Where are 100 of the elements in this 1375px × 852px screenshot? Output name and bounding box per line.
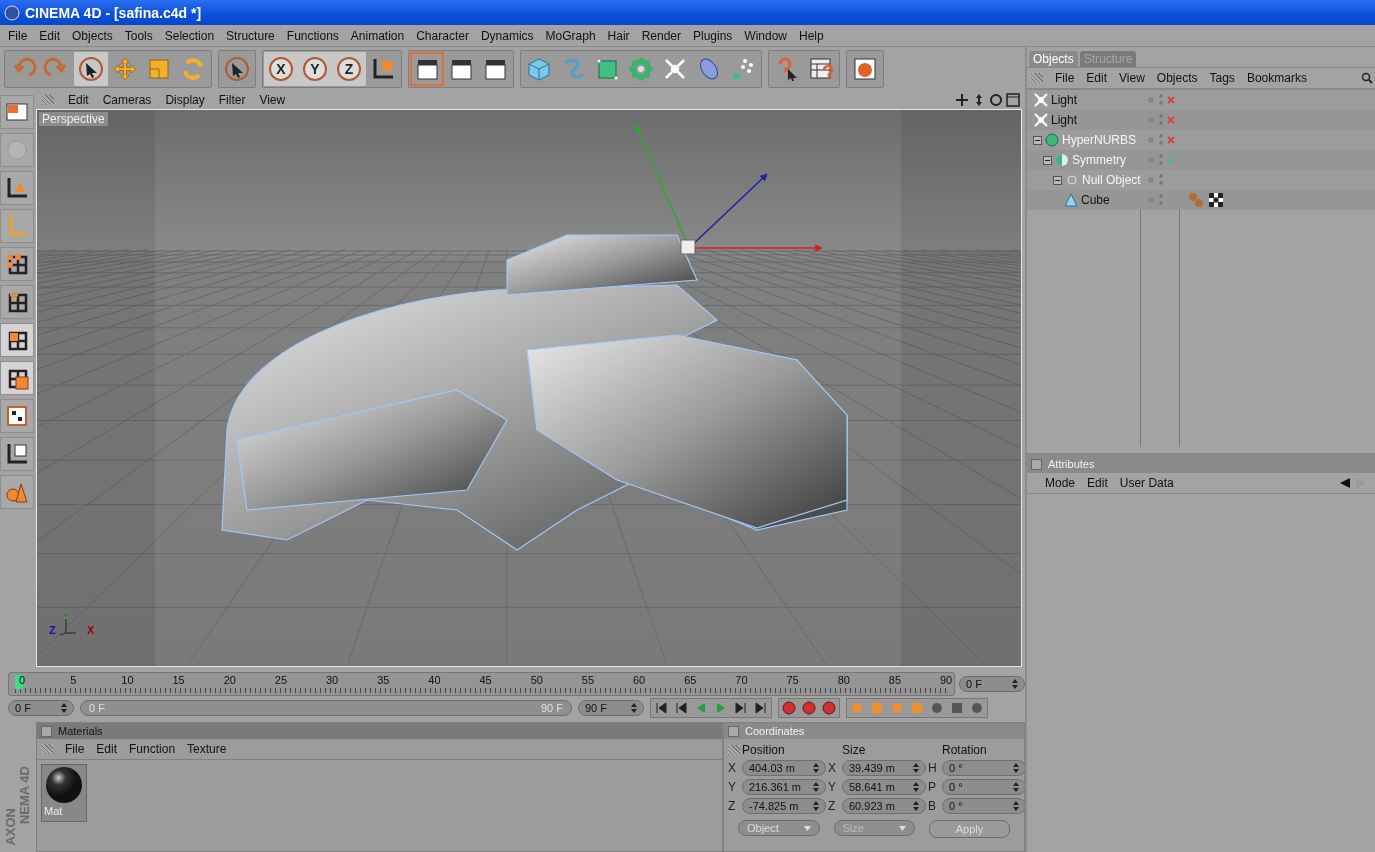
menu-item[interactable]: Bookmarks — [1240, 71, 1313, 85]
search-icon[interactable] — [1361, 72, 1373, 84]
end-frame-field[interactable]: 90 F — [578, 700, 644, 716]
object-name[interactable]: Light — [1051, 113, 1078, 127]
menu-item[interactable]: Edit — [1081, 476, 1114, 490]
axis-label: X — [828, 761, 837, 775]
rotation-field[interactable]: 0 ° — [942, 760, 1026, 776]
menu-item[interactable]: Display — [159, 93, 211, 107]
position-field[interactable]: -74.825 m — [742, 798, 826, 814]
play-icon — [715, 702, 727, 714]
menu-item[interactable]: User Data — [1113, 476, 1180, 490]
menu-item[interactable]: Tags — [1203, 71, 1241, 85]
spinner-arrows-icon[interactable] — [631, 703, 637, 713]
mode-button[interactable] — [0, 285, 34, 319]
current-frame-field[interactable]: 0 F — [959, 676, 1025, 692]
mode-button[interactable] — [0, 437, 34, 471]
menu-item[interactable]: File — [2, 28, 34, 43]
rotation-field[interactable]: 0 ° — [942, 798, 1026, 814]
axis-icon — [59, 614, 77, 636]
menu-item[interactable]: View — [253, 93, 292, 107]
menu-item[interactable]: Dynamics — [474, 28, 540, 43]
position-field[interactable]: 216.361 m — [742, 779, 826, 795]
menu-item[interactable]: Edit — [90, 742, 124, 756]
mode-button[interactable] — [0, 361, 34, 395]
menu-item[interactable]: Functions — [280, 28, 345, 43]
rotation-field[interactable]: 0 ° — [942, 779, 1026, 795]
caret-icon — [803, 825, 811, 831]
panel-checkbox[interactable] — [41, 725, 52, 737]
panel-checkbox[interactable] — [728, 725, 739, 737]
object-row[interactable]: Cube — [1027, 190, 1375, 210]
size-field[interactable]: 39.439 m — [842, 760, 926, 776]
menu-item[interactable]: Objects — [1150, 71, 1204, 85]
spinner-arrows-icon[interactable] — [913, 801, 919, 811]
playhead-marker[interactable] — [15, 675, 23, 689]
collapse-box-icon[interactable] — [1053, 175, 1062, 185]
menu-item[interactable]: Edit — [33, 28, 67, 43]
check-icon[interactable] — [1167, 156, 1175, 164]
skip-start-icon — [655, 702, 667, 714]
menu-item[interactable]: Render — [635, 28, 687, 43]
menu-item[interactable]: Character — [410, 28, 475, 43]
tick-label: 30 — [326, 674, 339, 686]
object-row[interactable]: Light — [1027, 110, 1375, 130]
timeline-ruler[interactable]: 0 5 10 15 20 25 30 35 40 45 50 55 60 65 70 75 80 85 90 — [8, 672, 955, 696]
menu-item[interactable]: Cameras — [96, 93, 158, 107]
size-field[interactable]: 58.641 m — [842, 779, 926, 795]
object-row[interactable]: Light — [1027, 90, 1375, 110]
menu-item[interactable]: Edit — [1080, 71, 1114, 85]
menu-item[interactable]: Selection — [158, 28, 221, 43]
menu-item[interactable]: Tools — [118, 28, 159, 43]
maximize-icon[interactable] — [1006, 93, 1020, 107]
menu-item[interactable]: Structure — [220, 28, 281, 43]
toolbar-button[interactable] — [74, 52, 108, 86]
menu-item[interactable]: Texture — [181, 742, 233, 756]
mode-button[interactable] — [0, 399, 34, 433]
menu-item[interactable]: Window — [738, 28, 794, 43]
spinner-arrows-icon[interactable] — [1013, 763, 1019, 773]
menu-item[interactable]: MoGraph — [539, 28, 602, 43]
record-button[interactable] — [779, 699, 799, 717]
mode-button[interactable] — [0, 171, 34, 205]
spinner-arrows-icon[interactable] — [1013, 801, 1019, 811]
position-field[interactable]: 404.03 m — [742, 760, 826, 776]
axis-label: X — [728, 761, 737, 775]
menu-item[interactable]: Animation — [344, 28, 411, 43]
mode-button[interactable] — [0, 247, 34, 281]
null-circle-icon — [1064, 172, 1080, 188]
tick-label: 90 — [940, 674, 953, 686]
spinner-arrows-icon[interactable] — [1013, 782, 1019, 792]
spinner-arrows-icon[interactable] — [913, 763, 919, 773]
orbit-icon[interactable] — [989, 93, 1003, 107]
spinner-arrows-icon[interactable] — [913, 782, 919, 792]
size-field[interactable]: 60.923 m — [842, 798, 926, 814]
menu-item[interactable]: Hair — [601, 28, 636, 43]
menu-item[interactable]: Mode — [1039, 476, 1082, 490]
spinner-arrows-icon[interactable] — [1012, 679, 1018, 689]
menu-item[interactable]: View — [1113, 71, 1151, 85]
spinner-arrows-icon[interactable] — [813, 801, 819, 811]
autokey-button[interactable] — [799, 699, 819, 717]
checker-tag-icon[interactable] — [1208, 192, 1224, 208]
collapse-box-icon[interactable] — [1043, 155, 1052, 165]
panel-checkbox[interactable] — [1031, 458, 1042, 470]
spinner-arrows-icon[interactable] — [61, 703, 67, 713]
menu-item[interactable]: Function — [123, 742, 182, 756]
menu-item[interactable]: File — [59, 742, 91, 756]
spinner-arrows-icon[interactable] — [813, 763, 819, 773]
menu-item[interactable]: Objects — [66, 28, 119, 43]
mode-button[interactable] — [0, 323, 34, 357]
menu-item[interactable]: Edit — [62, 93, 95, 107]
menu-item[interactable]: File — [1049, 71, 1081, 85]
keyframe-help-button[interactable] — [819, 699, 839, 717]
pan-icon[interactable] — [955, 93, 969, 107]
back-arrow-icon[interactable] — [1339, 477, 1351, 489]
menu-item[interactable]: Filter — [212, 93, 252, 107]
menu-item[interactable]: Help — [793, 28, 830, 43]
menu-item[interactable]: Plugins — [687, 28, 739, 43]
collapse-box-icon[interactable] — [1033, 135, 1042, 145]
object-name[interactable]: Cube — [1081, 193, 1110, 207]
start-frame-field[interactable]: 0 F — [8, 700, 74, 716]
toolbar-button[interactable] — [410, 52, 444, 86]
spinner-arrows-icon[interactable] — [813, 782, 819, 792]
object-name[interactable]: Light — [1051, 93, 1078, 107]
